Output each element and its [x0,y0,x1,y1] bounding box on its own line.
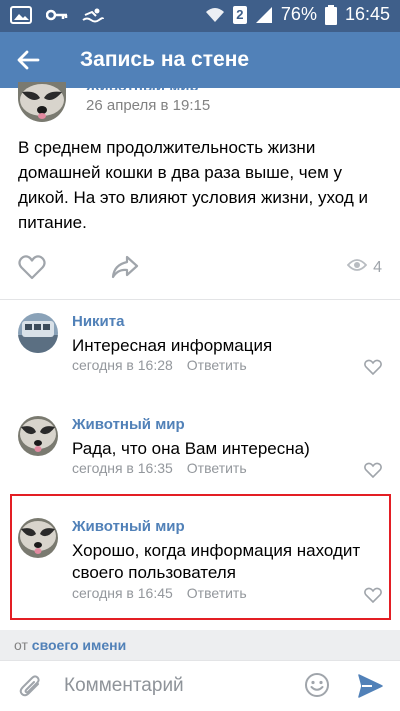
comment-author[interactable]: Животный мир [72,416,185,433]
signal-icon [255,6,273,24]
sim-badge: 2 [232,5,247,24]
from-prefix: от [14,637,28,653]
comment-time: сегодня в 16:45 [72,585,173,601]
comment-text: Хорошо, когда информация находит своего … [72,541,361,582]
clock: 16:45 [344,4,390,24]
status-bar: 2 76% 16:45 [0,0,400,32]
reply-button[interactable]: Ответить [187,460,247,476]
comment-meta: сегодня в 16:45 Ответить [72,585,247,601]
heart-icon[interactable] [364,462,382,479]
commenter-avatar[interactable] [18,416,58,456]
comment-composer: Комментарий [0,660,400,711]
eye-icon [346,258,368,277]
arrow-left-icon[interactable] [14,46,42,74]
comment-time: сегодня в 16:35 [72,460,173,476]
reply-button[interactable]: Ответить [187,357,247,373]
views-count: 4 [373,258,382,276]
comment-meta: сегодня в 16:35 Ответить [72,460,247,476]
post-text: В среднем продолжительность жизни домашн… [18,138,368,232]
smile-icon[interactable] [304,672,330,698]
comment-text: Рада, что она Вам интересна) [72,439,310,458]
paperclip-icon[interactable] [18,673,44,699]
page-title: Запись на стене [80,48,250,71]
battery-percent: 76% [280,4,317,24]
comment-author[interactable]: Никита [72,313,124,330]
commenter-avatar[interactable] [18,518,58,558]
share-icon[interactable] [110,254,140,280]
comment-meta: сегодня в 16:28 Ответить [72,357,247,373]
heart-icon[interactable] [364,359,382,376]
post-header: Животный мир 26 апреля в 19:15 [18,82,388,122]
comment-text: Интересная информация [72,336,273,355]
post-author-name[interactable]: Животный мир [86,82,199,90]
battery-icon [324,4,337,25]
key-icon [46,8,68,22]
wifi-icon [205,7,225,23]
post-date: 26 апреля в 19:15 [86,97,211,114]
image-icon [10,6,32,24]
heart-icon[interactable] [18,254,46,280]
reply-button[interactable]: Ответить [187,585,247,601]
app-bar: Запись на стене [0,32,400,88]
post-author-avatar[interactable] [18,82,66,122]
author-selector[interactable]: от своего имени [0,630,400,660]
commenter-avatar[interactable] [18,313,58,353]
heart-icon[interactable] [364,587,382,604]
divider [0,299,400,300]
swimming-icon [82,7,104,23]
comment-input[interactable]: Комментарий [64,675,184,697]
send-icon[interactable] [356,672,384,700]
comment-time: сегодня в 16:28 [72,357,173,373]
views-counter: 4 [346,258,382,277]
comment-author[interactable]: Животный мир [72,518,185,535]
from-link[interactable]: своего имени [32,637,126,653]
post-actions: 4 [0,248,400,288]
